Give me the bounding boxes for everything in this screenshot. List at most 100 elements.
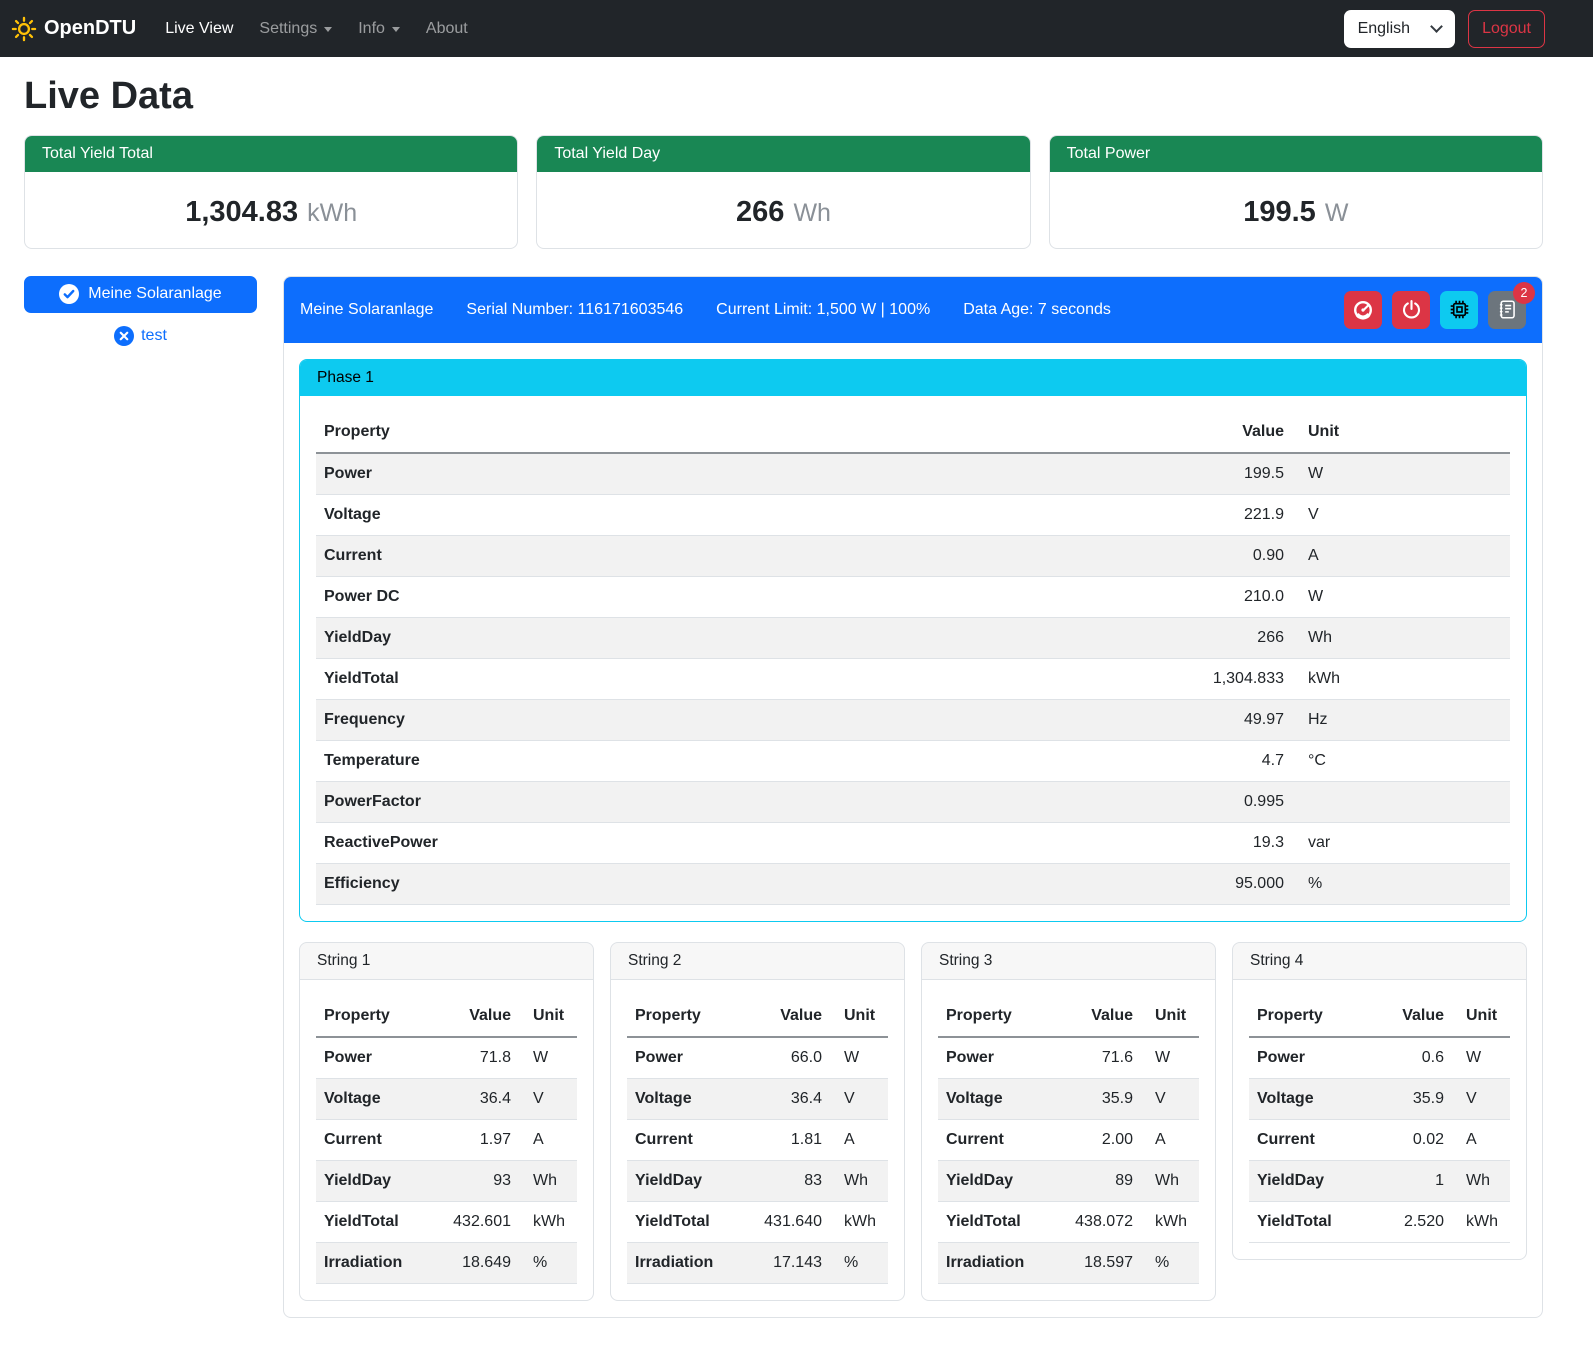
- sidebar-item-meine-solaranlage[interactable]: Meine Solaranlage: [24, 276, 257, 313]
- table-header-row: PropertyValueUnit: [316, 412, 1510, 453]
- limit-settings-button[interactable]: [1344, 291, 1382, 329]
- nav-item-info[interactable]: Info: [345, 12, 413, 46]
- property-cell: Power: [316, 1037, 415, 1079]
- property-cell: YieldTotal: [938, 1201, 1037, 1242]
- event-log-button[interactable]: 2: [1488, 291, 1526, 329]
- value-cell: 0.995: [1172, 781, 1292, 822]
- page-title: Live Data: [24, 74, 1543, 120]
- inverter-name: Meine Solaranlage: [300, 301, 433, 319]
- phase-card-title: Phase 1: [300, 360, 1526, 396]
- property-cell: Power: [627, 1037, 726, 1079]
- value-cell: 0.02: [1348, 1119, 1452, 1160]
- value-cell: 0.90: [1172, 535, 1292, 576]
- unit-cell: W: [1141, 1037, 1199, 1079]
- unit-cell: %: [830, 1242, 888, 1283]
- value-cell: 1.81: [726, 1119, 830, 1160]
- property-cell: YieldDay: [627, 1160, 726, 1201]
- unit-cell: kWh: [1141, 1201, 1199, 1242]
- value-cell: 36.4: [726, 1078, 830, 1119]
- property-cell: Current: [316, 535, 1172, 576]
- unit-cell: V: [519, 1078, 577, 1119]
- nav-item-live-view[interactable]: Live View: [152, 12, 246, 46]
- table-row: Power DC210.0W: [316, 576, 1510, 617]
- table-row: YieldTotal1,304.833kWh: [316, 658, 1510, 699]
- table-row: YieldTotal432.601kWh: [316, 1201, 577, 1242]
- property-cell: YieldDay: [938, 1160, 1037, 1201]
- table-row: YieldDay83Wh: [627, 1160, 888, 1201]
- column-header: Property: [316, 996, 415, 1037]
- inverter-card: Meine Solaranlage Serial Number: 1161716…: [283, 276, 1543, 1318]
- nav-label: Info: [358, 20, 385, 38]
- value-cell: 93: [415, 1160, 519, 1201]
- string-card-title: String 4: [1233, 943, 1526, 980]
- unit-cell: %: [1292, 863, 1510, 904]
- unit-cell: Wh: [1292, 617, 1510, 658]
- unit-cell: W: [830, 1037, 888, 1079]
- nav-item-settings[interactable]: Settings: [246, 12, 345, 46]
- table-row: YieldDay1Wh: [1249, 1160, 1510, 1201]
- table-row: PowerFactor0.995: [316, 781, 1510, 822]
- restart-button[interactable]: [1440, 291, 1478, 329]
- unit-cell: W: [1292, 453, 1510, 495]
- nav-menu: Live View Settings Info About: [152, 12, 481, 46]
- chevron-down-icon: [1430, 20, 1443, 33]
- summary-card-title: Total Yield Day: [537, 136, 1029, 172]
- column-header: Property: [316, 412, 1172, 453]
- power-button[interactable]: [1392, 291, 1430, 329]
- property-cell: YieldTotal: [316, 1201, 415, 1242]
- cpu-icon: [1449, 299, 1470, 320]
- table-row: Power66.0W: [627, 1037, 888, 1079]
- table-header-row: PropertyValueUnit: [938, 996, 1199, 1037]
- string-table: PropertyValueUnitPower0.6WVoltage35.9VCu…: [1249, 996, 1510, 1243]
- table-row: Irradiation17.143%: [627, 1242, 888, 1283]
- value-cell: 19.3: [1172, 822, 1292, 863]
- unit-cell: W: [519, 1037, 577, 1079]
- value-cell: 89: [1037, 1160, 1141, 1201]
- journal-text-icon: [1497, 299, 1518, 320]
- property-cell: Voltage: [316, 494, 1172, 535]
- sidebar-item-test[interactable]: test: [24, 326, 257, 346]
- table-row: Voltage36.4V: [316, 1078, 577, 1119]
- chevron-down-icon: [392, 27, 400, 32]
- table-row: Current0.90A: [316, 535, 1510, 576]
- column-header: Value: [1037, 996, 1141, 1037]
- value-cell: 18.597: [1037, 1242, 1141, 1283]
- unit-cell: kWh: [1292, 658, 1510, 699]
- inverter-actions: 2: [1344, 291, 1526, 329]
- property-cell: YieldTotal: [627, 1201, 726, 1242]
- table-row: YieldDay93Wh: [316, 1160, 577, 1201]
- unit-cell: Wh: [830, 1160, 888, 1201]
- speedometer-icon: [1351, 298, 1375, 322]
- logout-button[interactable]: Logout: [1468, 10, 1545, 48]
- column-header: Unit: [1292, 412, 1510, 453]
- unit-cell: W: [1292, 576, 1510, 617]
- property-cell: Frequency: [316, 699, 1172, 740]
- sidebar-item-label: test: [141, 327, 167, 345]
- nav-item-about[interactable]: About: [413, 12, 481, 46]
- table-row: YieldTotal438.072kWh: [938, 1201, 1199, 1242]
- unit-cell: A: [519, 1119, 577, 1160]
- summary-card-total-yield-total: Total Yield Total 1,304.83 kWh: [24, 135, 518, 249]
- unit-cell: %: [519, 1242, 577, 1283]
- value-cell: 4.7: [1172, 740, 1292, 781]
- unit-cell: V: [1141, 1078, 1199, 1119]
- unit-cell: Wh: [1141, 1160, 1199, 1201]
- column-header: Value: [1348, 996, 1452, 1037]
- phase-table: PropertyValueUnitPower199.5WVoltage221.9…: [316, 412, 1510, 905]
- property-cell: Current: [1249, 1119, 1348, 1160]
- property-cell: Power DC: [316, 576, 1172, 617]
- property-cell: Current: [316, 1119, 415, 1160]
- nav-label: Settings: [259, 20, 317, 38]
- value-cell: 438.072: [1037, 1201, 1141, 1242]
- unit-cell: Wh: [519, 1160, 577, 1201]
- table-row: Voltage221.9V: [316, 494, 1510, 535]
- language-select[interactable]: English: [1344, 10, 1455, 48]
- brand[interactable]: OpenDTU: [10, 15, 136, 43]
- value-cell: 35.9: [1037, 1078, 1141, 1119]
- inverter-data-age: Data Age: 7 seconds: [963, 301, 1111, 319]
- unit-cell: var: [1292, 822, 1510, 863]
- inverter-header: Meine Solaranlage Serial Number: 1161716…: [284, 277, 1542, 343]
- unit-cell: V: [1452, 1078, 1510, 1119]
- unit-cell: %: [1141, 1242, 1199, 1283]
- unit-cell: A: [1141, 1119, 1199, 1160]
